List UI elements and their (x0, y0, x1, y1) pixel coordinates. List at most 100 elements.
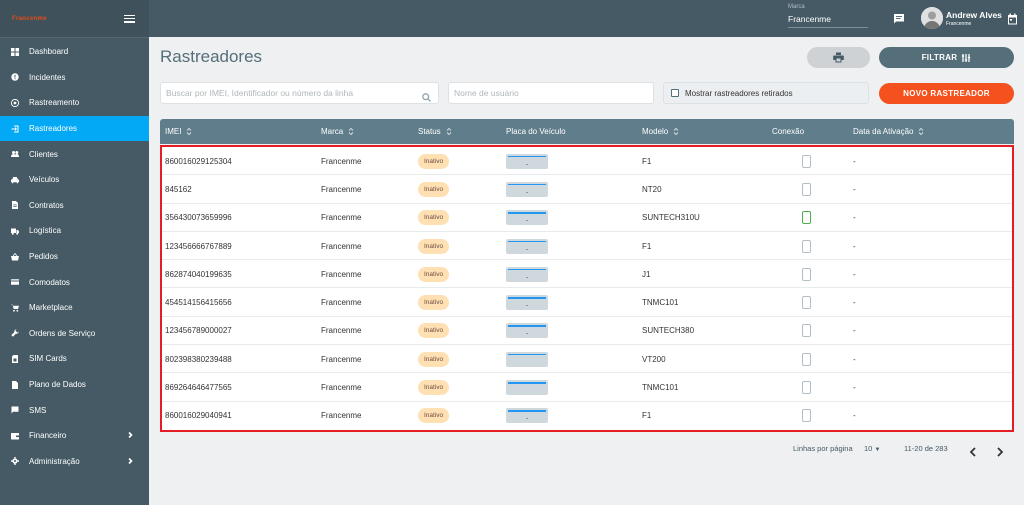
cell-status: Inativo (418, 232, 450, 260)
sidebar-item-logistica[interactable]: Logística (0, 218, 149, 244)
sidebar-item-contratos[interactable]: Contratos (0, 193, 149, 219)
sidebar-item-sms[interactable]: SMS (0, 397, 149, 423)
sidebar-item-administracao[interactable]: Administração (0, 449, 149, 475)
filter-button[interactable]: FILTRAR (879, 47, 1014, 68)
column-header-0[interactable]: IMEI (165, 119, 192, 144)
sort-icon[interactable] (673, 127, 679, 136)
cell-marca: Francenme (321, 411, 362, 421)
table-row[interactable]: 860016029125304 Francenme Inativo - F1 - (162, 147, 1012, 176)
print-button[interactable] (807, 47, 870, 68)
sidebar-item-label: Clientes (29, 149, 58, 159)
search-icon[interactable] (422, 89, 431, 102)
message-icon (11, 406, 19, 414)
brand-label: Marca (788, 4, 805, 10)
cell-status: Inativo (418, 204, 450, 232)
alert-icon (11, 73, 19, 82)
connection-indicator-icon (802, 154, 811, 168)
table-row[interactable]: 869264646477565 Francenme Inativo TNMC101 - (162, 373, 1012, 402)
cell-imei: 123456666767889 (165, 241, 232, 251)
filter-button-label: FILTRAR (921, 53, 958, 62)
table-row[interactable]: 845162 Francenme Inativo - NT20 - (162, 175, 1012, 204)
user-company: Francenme (946, 21, 972, 27)
sidebar-item-clientes[interactable]: Clientes (0, 141, 149, 167)
column-header-1[interactable]: Marca (321, 119, 354, 144)
truck-icon (11, 227, 19, 235)
table-body: 860016029125304 Francenme Inativo - F1-84516… (160, 145, 1014, 432)
sidebar-item-label: Ordens de Serviço (29, 328, 96, 338)
cell-imei: 860016029040941 (165, 411, 232, 421)
connection-indicator-icon (802, 267, 811, 281)
username-field[interactable] (448, 82, 654, 104)
sidebar-item-sim-cards[interactable]: SIM Cards (0, 346, 149, 372)
user-name[interactable]: Andrew Alves (946, 10, 1002, 20)
vehicle-plate: - (506, 238, 548, 254)
sidebar-item-label: SMS (29, 405, 47, 415)
table-row[interactable]: 123456666767889 Francenme Inativo - F1 - (162, 231, 1012, 261)
previous-page-icon[interactable] (969, 444, 977, 457)
chat-icon[interactable] (893, 12, 905, 24)
next-page-icon[interactable] (996, 444, 1004, 457)
page-title: Rastreadores (160, 47, 263, 66)
sort-icon[interactable] (918, 127, 924, 136)
logo[interactable]: Francenme (12, 16, 47, 22)
avatar[interactable] (921, 7, 943, 29)
sidebar-item-ordens-de-servico[interactable]: Ordens de Serviço (0, 321, 149, 347)
connection-indicator-icon (802, 381, 811, 395)
show-retired-checkbox[interactable] (671, 89, 679, 97)
status-badge: Inativo (418, 408, 450, 424)
table-row[interactable]: 123456789000027 Francenme Inativo - SUNTECH3… (162, 316, 1012, 346)
connection-indicator-icon (802, 182, 811, 196)
table-row[interactable]: 802398380239488 Francenme Inativo VT200 - (162, 345, 1012, 374)
cell-imei: 356430073659996 (165, 213, 232, 223)
cell-conexao (802, 175, 811, 203)
new-tracker-button[interactable]: NOVO RASTREADOR (879, 83, 1014, 104)
cell-status: Inativo (418, 288, 450, 316)
table-row[interactable]: 356430073659996 Francenme Inativo - SUNTECH3… (162, 203, 1012, 232)
sidebar-item-financeiro[interactable]: Financeiro (0, 423, 149, 449)
sidebar-item-comodatos[interactable]: Comodatos (0, 269, 149, 295)
cell-placa: - (506, 260, 548, 288)
sort-icon[interactable] (186, 127, 192, 136)
sidebar-item-label: Comodatos (29, 277, 70, 287)
show-retired-toggle[interactable]: Mostrar rastreadores retirados (663, 82, 869, 104)
brand-selector[interactable]: Marca Francenme (788, 4, 868, 28)
sliders-icon (962, 53, 971, 62)
calendar-icon[interactable] (1007, 12, 1018, 25)
sidebar-item-incidentes[interactable]: Incidentes (0, 65, 149, 91)
sidebar-item-plano-de-dados[interactable]: Plano de Dados (0, 372, 149, 398)
username-input[interactable] (449, 83, 653, 103)
search-input[interactable] (161, 83, 438, 103)
status-badge: Inativo (418, 181, 450, 197)
vehicle-plate (506, 380, 548, 396)
cell-modelo: F1 (642, 411, 652, 421)
sidebar-item-dashboard[interactable]: Dashboard (0, 39, 149, 65)
sort-icon[interactable] (348, 127, 354, 136)
sidebar-item-label: Pedidos (29, 252, 58, 262)
menu-toggle-icon[interactable] (124, 14, 135, 23)
vehicle-plate: - (506, 210, 548, 226)
column-header-6[interactable]: Data da Ativação (853, 119, 924, 144)
sidebar-item-rastreamento[interactable]: Rastreamento (0, 90, 149, 116)
cell-imei: 845162 (165, 184, 192, 194)
column-header-4[interactable]: Modelo (642, 119, 679, 144)
sidebar-item-rastreadores[interactable]: Rastreadores (0, 115, 149, 142)
cell-imei: 862874040199635 (165, 269, 232, 279)
cell-placa (506, 345, 548, 373)
rows-per-page-select[interactable]: 10 ▼ (864, 444, 880, 453)
cell-placa: - (506, 288, 548, 316)
cell-status: Inativo (418, 317, 450, 345)
target-icon (11, 98, 19, 107)
table-row[interactable]: 454514156415656 Francenme Inativo - TNMC101 - (162, 288, 1012, 317)
column-header-label: Data da Ativação (853, 127, 914, 136)
sidebar-item-pedidos[interactable]: Pedidos (0, 244, 149, 270)
sidebar-item-marketplace[interactable]: Marketplace (0, 295, 149, 321)
connection-indicator-icon (802, 239, 811, 253)
column-header-2[interactable]: Status (418, 119, 452, 144)
sort-icon[interactable] (446, 127, 452, 136)
page-range: 11-20 de 283 (904, 444, 948, 453)
table-row[interactable]: 862874040199635 Francenme Inativo - J1 - (162, 260, 1012, 289)
connection-indicator-icon (802, 324, 811, 338)
sidebar-item-veiculos[interactable]: Veículos (0, 167, 149, 193)
search-field[interactable] (160, 82, 439, 104)
table-row[interactable]: 860016029040941 Francenme Inativo - F1 - (162, 401, 1012, 430)
